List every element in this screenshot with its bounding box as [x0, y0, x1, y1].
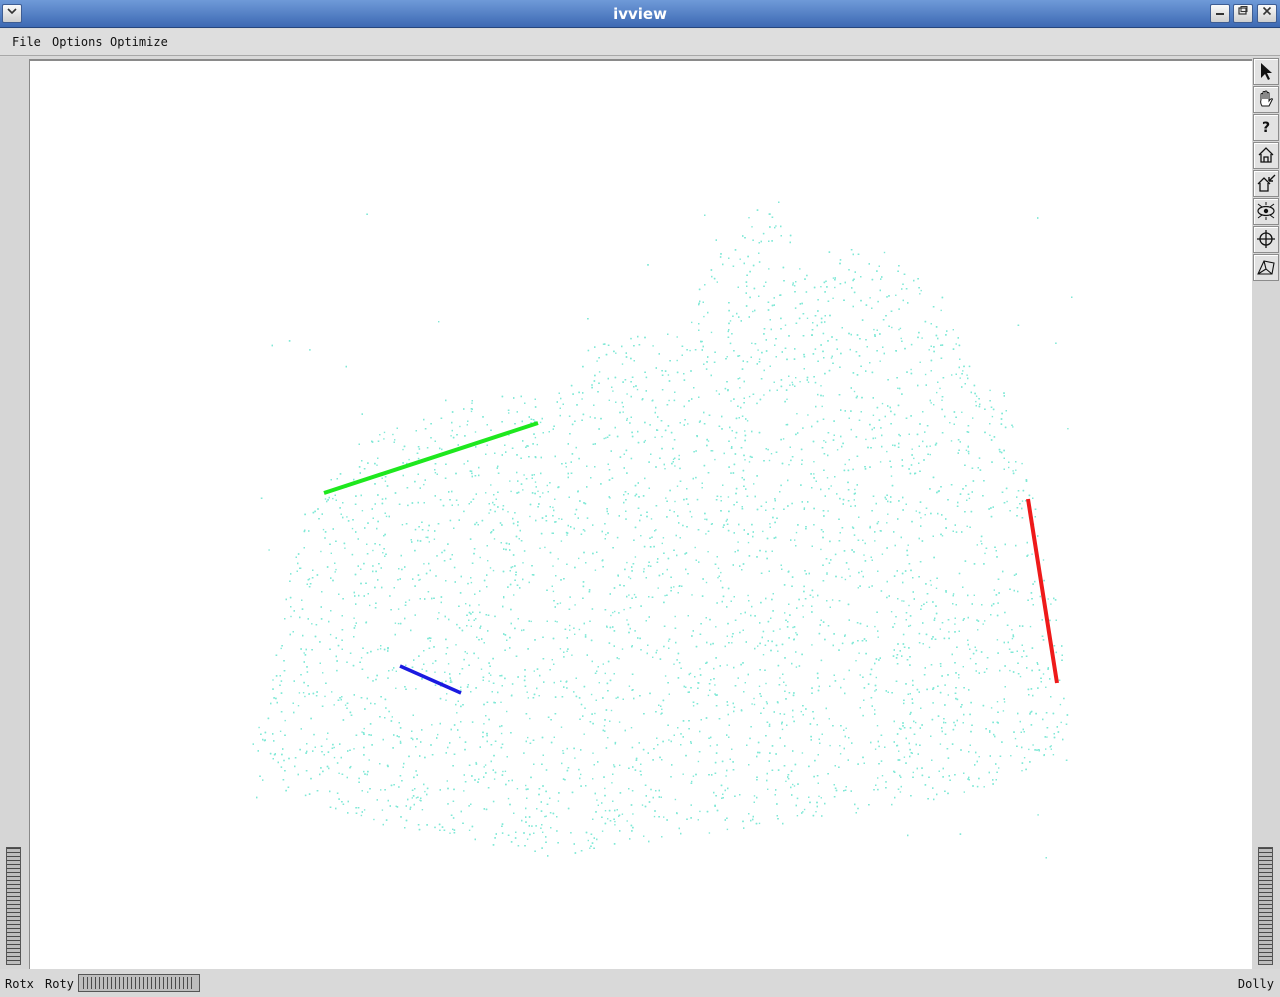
blue-line	[399, 664, 462, 695]
menu-bar: File Options Optimize	[0, 29, 1280, 56]
red-line	[1026, 498, 1059, 684]
rotx-thumbwheel[interactable]	[6, 847, 21, 965]
menu-optimize[interactable]: Optimize	[110, 35, 168, 49]
dolly-thumbwheel[interactable]	[1258, 847, 1273, 965]
maximize-icon	[1238, 6, 1248, 15]
menu-options[interactable]: Options	[52, 35, 103, 49]
seek-button[interactable]	[1253, 226, 1279, 253]
green-line	[323, 421, 539, 495]
dolly-label: Dolly	[1237, 977, 1274, 991]
hand-icon	[1260, 90, 1274, 107]
set-home-button[interactable]	[1253, 170, 1279, 197]
window-title: ivview	[613, 5, 667, 23]
set-home-icon	[1257, 174, 1276, 192]
select-tool-button[interactable]	[1253, 58, 1279, 85]
roty-thumbwheel-grip	[83, 977, 195, 989]
menu-file[interactable]: File	[12, 35, 41, 49]
maximize-button[interactable]	[1233, 4, 1253, 23]
home-icon	[1258, 147, 1274, 163]
3d-viewer[interactable]	[29, 59, 1252, 969]
perspective-cube-icon	[1257, 260, 1275, 275]
question-icon: ?	[1262, 120, 1270, 136]
rotx-label: Rotx	[5, 977, 34, 991]
view-all-button[interactable]	[1253, 198, 1279, 225]
view-all-eye-icon	[1257, 202, 1275, 220]
close-button[interactable]	[1257, 4, 1277, 23]
perspective-button[interactable]	[1253, 254, 1279, 281]
point-cloud	[252, 201, 1073, 859]
right-toolbar: ?	[1252, 57, 1280, 969]
left-control-strip	[0, 57, 29, 969]
title-bar: ivview	[0, 0, 1280, 28]
view-tool-button[interactable]	[1253, 86, 1279, 113]
minimize-icon	[1216, 13, 1224, 15]
point-cloud-scene	[252, 201, 1073, 859]
help-button[interactable]: ?	[1253, 114, 1279, 141]
seek-crosshair-icon	[1257, 230, 1275, 248]
home-button[interactable]	[1253, 142, 1279, 169]
close-icon	[1262, 6, 1272, 16]
bottom-bar: Rotx Roty Dolly	[0, 969, 1280, 997]
roty-thumbwheel[interactable]	[78, 974, 200, 992]
roty-label: Roty	[45, 977, 74, 991]
minimize-button[interactable]	[1210, 4, 1230, 23]
select-arrow-icon	[1261, 63, 1272, 80]
